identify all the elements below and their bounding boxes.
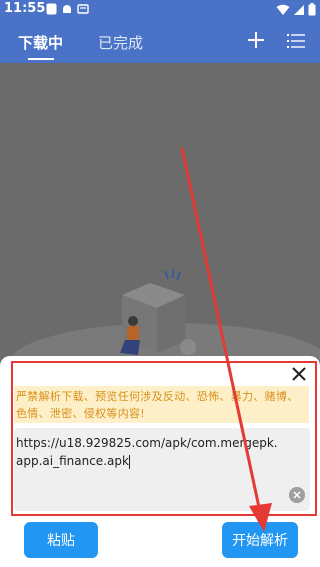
url-input-box[interactable]: https://u18.929825.com/apk/com.mergepk.a… [14, 428, 310, 511]
download-tray-icon [77, 4, 89, 14]
plus-icon[interactable] [246, 30, 266, 50]
wifi-icon [276, 4, 290, 15]
list-menu-icon[interactable] [286, 32, 306, 50]
url-input-value: https://u18.929825.com/apk/com.mergepk.a… [16, 436, 278, 468]
text-cursor [128, 454, 130, 469]
notification-icons [46, 3, 89, 15]
battery-icon [308, 3, 316, 16]
start-parse-button[interactable]: 开始解析 [222, 522, 298, 558]
tab-downloading[interactable]: 下载中 [18, 32, 63, 53]
clear-input-icon[interactable] [289, 487, 305, 503]
android-icon [63, 5, 71, 13]
notification-box-icon [46, 3, 57, 15]
paste-button[interactable]: 粘贴 [24, 522, 98, 558]
warning-notice: 严禁解析下载、预览任何涉及反动、恐怖、暴力、赌博、色情、泄密、侵权等内容! [14, 386, 309, 423]
tab-completed[interactable]: 已完成 [98, 32, 143, 53]
signal-icon [294, 4, 304, 15]
app-bar: 下载中 已完成 [0, 20, 320, 63]
empty-state-illustration [10, 269, 320, 383]
url-input-field[interactable]: https://u18.929825.com/apk/com.mergepk.a… [14, 428, 284, 470]
status-bar: 11:55 [0, 0, 320, 20]
status-time: 11:55 [4, 1, 46, 16]
active-tab-indicator [28, 58, 54, 60]
close-icon[interactable] [290, 365, 308, 383]
